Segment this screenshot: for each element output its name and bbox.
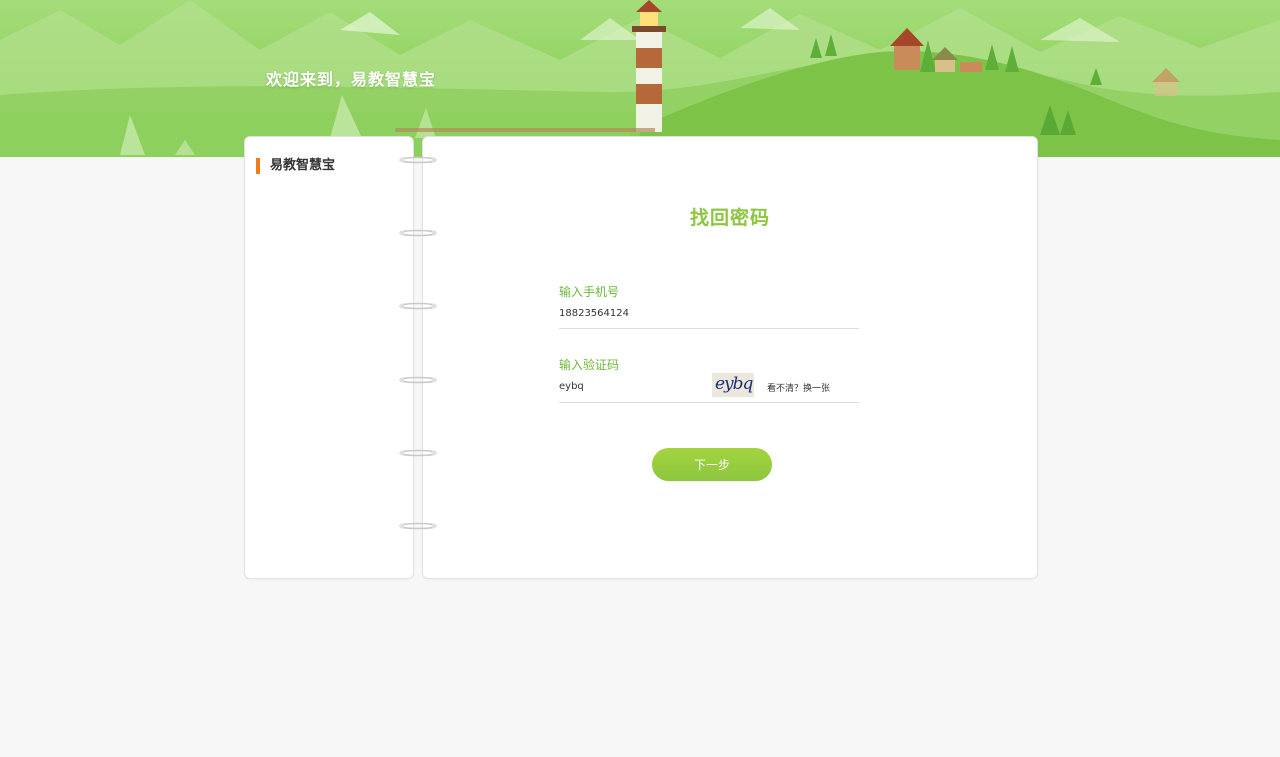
ring-icon <box>399 302 437 310</box>
captcha-text: eybq <box>715 374 753 394</box>
header-banner: 欢迎来到，易教智慧宝 <box>0 0 1280 157</box>
code-underline <box>559 402 859 403</box>
next-step-button[interactable]: 下一步 <box>652 448 772 481</box>
phone-underline <box>559 328 859 329</box>
sidebar-card: 易教智慧宝 <box>244 136 414 579</box>
sidebar-title: 易教智慧宝 <box>256 158 335 174</box>
captcha-image[interactable]: eybq <box>712 373 754 397</box>
form-card: 找回密码 输入手机号 输入验证码 eybq 看不清？换一张 下一步 <box>422 136 1038 579</box>
phone-label: 输入手机号 <box>559 285 620 299</box>
ring-icon <box>399 156 437 164</box>
ring-icon <box>399 376 437 384</box>
ring-icon <box>399 522 437 530</box>
welcome-text: 欢迎来到，易教智慧宝 <box>266 70 437 89</box>
binder-rings <box>398 150 438 540</box>
code-input[interactable] <box>559 381 699 392</box>
page-title: 找回密码 <box>689 207 770 229</box>
landscape-illustration <box>0 0 1280 157</box>
phone-input[interactable] <box>559 308 849 319</box>
ring-icon <box>399 449 437 457</box>
code-label: 输入验证码 <box>559 358 620 372</box>
ring-icon <box>399 229 437 237</box>
refresh-captcha-link[interactable]: 看不清？换一张 <box>767 381 830 394</box>
